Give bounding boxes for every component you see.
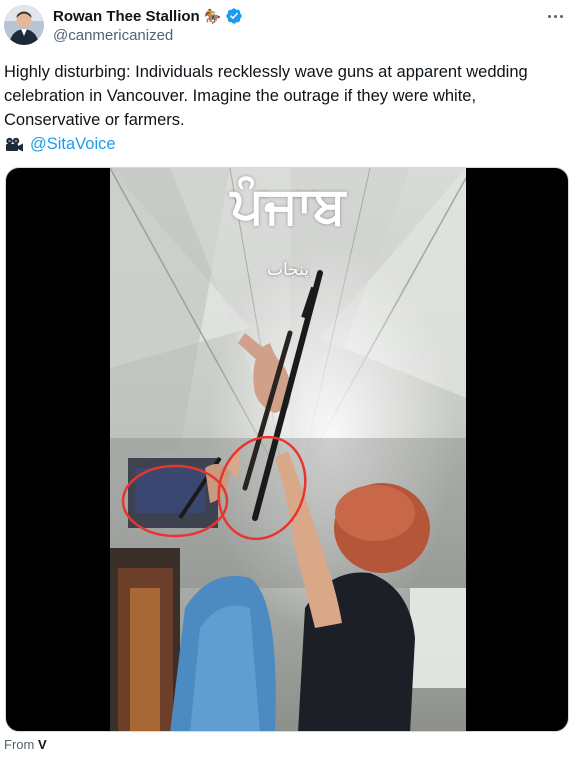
from-prefix: From (4, 737, 35, 752)
annotation-circle-right (217, 435, 307, 541)
media-source: From V (4, 737, 47, 752)
more-dot-icon (559, 14, 563, 18)
video-frame[interactable]: ਪੰਜਾਬ پنجاب (110, 168, 466, 731)
user-handle[interactable]: @canmericanized (53, 27, 537, 44)
tweet-header: Rowan Thee Stallion 🏇 @canmericanized (53, 6, 537, 44)
video-media[interactable]: ਪੰਜਾਬ پنجاب (5, 167, 569, 732)
annotation-circle-left (121, 464, 229, 538)
more-dot-icon (547, 14, 551, 18)
tweet-body: Highly disturbing: Individuals recklessl… (4, 60, 572, 156)
tweet: Rowan Thee Stallion 🏇 @canmericanized Hi… (0, 0, 577, 759)
more-dot-icon (553, 14, 557, 18)
video-credit: @SitaVoice (4, 132, 572, 156)
more-options-button[interactable] (543, 6, 567, 26)
name-row: Rowan Thee Stallion 🏇 (53, 6, 537, 26)
avatar[interactable] (4, 5, 44, 45)
camera-icon (4, 136, 24, 152)
horse-racing-icon: 🏇 (203, 8, 222, 24)
verified-badge-icon[interactable] (225, 7, 243, 25)
display-name[interactable]: Rowan Thee Stallion (53, 8, 200, 25)
tweet-text: Highly disturbing: Individuals recklessl… (4, 63, 528, 129)
from-source-link[interactable]: V (38, 737, 47, 752)
mention-link[interactable]: @SitaVoice (30, 132, 116, 156)
annotation-layer (121, 435, 307, 541)
